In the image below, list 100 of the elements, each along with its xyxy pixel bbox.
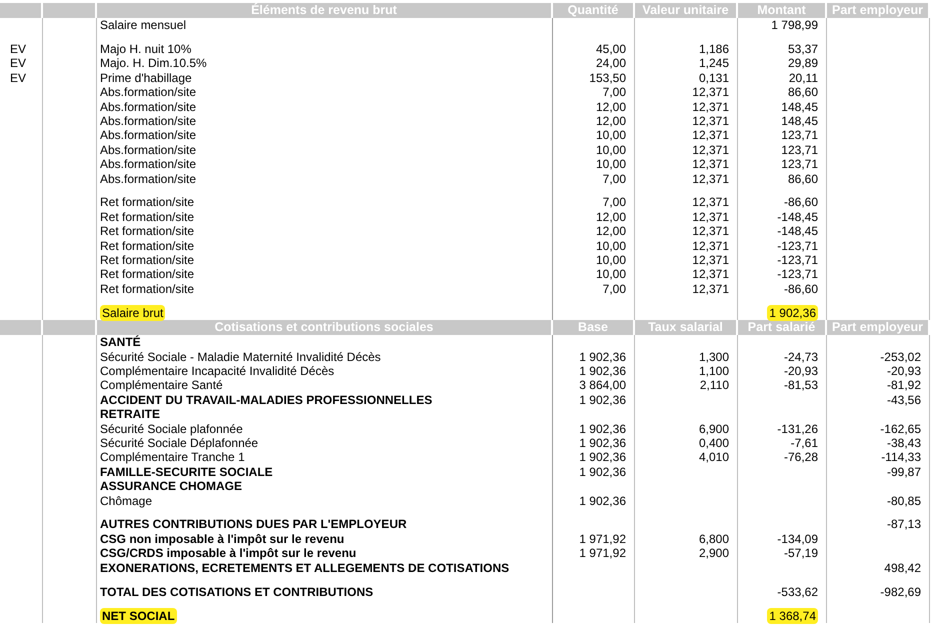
table-cell: 1 902,36: [579, 450, 626, 464]
table-cell: 7,00: [602, 282, 626, 296]
table-cell: 12,371: [692, 195, 729, 210]
table-cell: 148,45: [781, 100, 818, 114]
table-cell: 1 368,74: [767, 608, 818, 624]
table-cell: 1 902,36: [579, 422, 626, 436]
table-cell: -86,60: [784, 195, 818, 210]
table-cell: 0,400: [698, 436, 729, 450]
table-cell: 2,110: [700, 378, 729, 392]
table-cell: 86,60: [788, 85, 818, 100]
table-cell: EV: [10, 42, 26, 56]
table-cell: 10,00: [596, 238, 626, 253]
table-cell: 1 902,36: [579, 392, 626, 407]
table-cell: -86,60: [784, 282, 818, 296]
table-cell: 12,371: [692, 85, 729, 100]
table-cell: Ret formation/site: [100, 282, 194, 296]
table-cell: Ret formation/site: [100, 238, 194, 253]
table-cell: 12,371: [692, 114, 729, 128]
table-cell: Ret formation/site: [100, 195, 194, 210]
table-cell: -80,85: [886, 494, 921, 508]
table-cell: EV: [10, 56, 26, 70]
table-cell: 12,371: [692, 238, 729, 253]
table-cell: 123,71: [781, 157, 818, 172]
table-cell: 1,300: [698, 350, 729, 364]
table-cell: -134,09: [777, 532, 818, 546]
table-cell: -24,73: [784, 350, 818, 364]
table-cell: 86,60: [788, 172, 818, 186]
table-cell: 12,371: [692, 100, 729, 114]
table-cell: -20,93: [784, 364, 818, 378]
table-cell: 1,245: [698, 56, 729, 70]
table-cell: Abs.formation/site: [100, 142, 196, 157]
table-cell: Sécurité Sociale Déplafonnée: [100, 436, 258, 450]
table-cell: -7,61: [790, 436, 818, 450]
table-cell: 10,00: [596, 142, 626, 157]
table-cell: NET SOCIAL: [100, 608, 177, 624]
table-cell: Abs.formation/site: [100, 128, 196, 142]
table-cell: Abs.formation/site: [100, 100, 196, 114]
table-cell: -148,45: [777, 224, 818, 238]
table-cell: -38,43: [886, 436, 921, 450]
table-cell: Abs.formation/site: [100, 85, 196, 100]
table-cell: Prime d'habillage: [100, 70, 192, 85]
table-cell: 12,371: [692, 128, 729, 142]
table-cell: AUTRES CONTRIBUTIONS DUES PAR L'EMPLOYEUR: [100, 517, 407, 532]
table-cell: 45,00: [596, 42, 626, 56]
table-cell: Complémentaire Tranche 1: [100, 450, 245, 464]
table-cell: -123,71: [777, 267, 818, 282]
table-cell: 29,89: [788, 56, 818, 70]
table-cell: -57,19: [784, 546, 818, 560]
table-cell: 1 902,36: [579, 464, 626, 479]
table-cell: 498,42: [884, 560, 921, 575]
table-cell: 12,00: [596, 224, 626, 238]
table-cell: 1 902,36: [767, 304, 818, 321]
table-cell: 10,00: [596, 128, 626, 142]
table-cell: -982,69: [880, 584, 921, 599]
table-cell: Ret formation/site: [100, 253, 194, 268]
table-cell: Sécurité Sociale - Maladie Maternité Invalidité Décès: [100, 350, 381, 364]
table-cell: EXONERATIONS, ECRETEMENTS ET ALLEGEMENTS DE COTISATIONS: [100, 560, 510, 575]
table-cell: -123,71: [777, 238, 818, 253]
table-cell: Ret formation/site: [100, 224, 194, 238]
table-cell: -131,26: [777, 422, 818, 436]
table-cell: Abs.formation/site: [100, 157, 196, 172]
table-cell: 7,00: [602, 172, 626, 186]
table-cell: 53,37: [788, 42, 818, 56]
table-cell: 12,371: [692, 157, 729, 172]
table-cell: 123,71: [781, 142, 818, 157]
table-cell: -123,71: [777, 253, 818, 268]
table-cell: 4,010: [698, 450, 729, 464]
table-cell: 12,371: [692, 172, 729, 186]
table-cell: CSG non imposable à l'impôt sur le revenu: [100, 532, 344, 546]
table-cell: -99,87: [886, 464, 921, 479]
table-cell: -43,56: [886, 392, 921, 407]
table-cell: 1 902,36: [579, 436, 626, 450]
table-cell: Majo. H. Dim.10.5%: [100, 56, 207, 70]
table-cell: 153,50: [589, 70, 626, 85]
table-cell: 7,00: [602, 85, 626, 100]
table-cell: 1,100: [698, 364, 729, 378]
table-cell: -87,13: [886, 517, 921, 532]
table-cell: 10,00: [596, 253, 626, 268]
table-cell: 1 971,92: [579, 546, 626, 560]
table-cell: -81,92: [886, 378, 921, 392]
table-cell: 12,00: [596, 210, 626, 224]
table-cell: 1,186: [698, 42, 729, 56]
table-cell: TOTAL DES COTISATIONS ET CONTRIBUTIONS: [100, 584, 374, 599]
table-cell: 12,371: [692, 142, 729, 157]
table-cell: Complémentaire Santé: [100, 378, 223, 392]
table-cell: 123,71: [781, 128, 818, 142]
table-cell: 12,00: [596, 114, 626, 128]
table-cell: -148,45: [777, 210, 818, 224]
table-cell: 1 902,36: [579, 364, 626, 378]
table-cell: 12,00: [596, 100, 626, 114]
table-cell: 12,371: [692, 282, 729, 296]
table-cell: -20,93: [886, 364, 921, 378]
table-cell: ACCIDENT DU TRAVAIL-MALADIES PROFESSIONNELLES: [100, 392, 432, 407]
table-cell: 6,800: [698, 532, 729, 546]
table-cell: Sécurité Sociale plafonnée: [100, 422, 243, 436]
table-cell: -114,33: [881, 450, 921, 464]
table-cell: ASSURANCE CHOMAGE: [100, 479, 242, 494]
table-cell: Ret formation/site: [100, 267, 194, 282]
table-cell: Salaire mensuel: [100, 18, 186, 32]
table-cell: CSG/CRDS imposable à l'impôt sur le revenu: [100, 546, 356, 560]
